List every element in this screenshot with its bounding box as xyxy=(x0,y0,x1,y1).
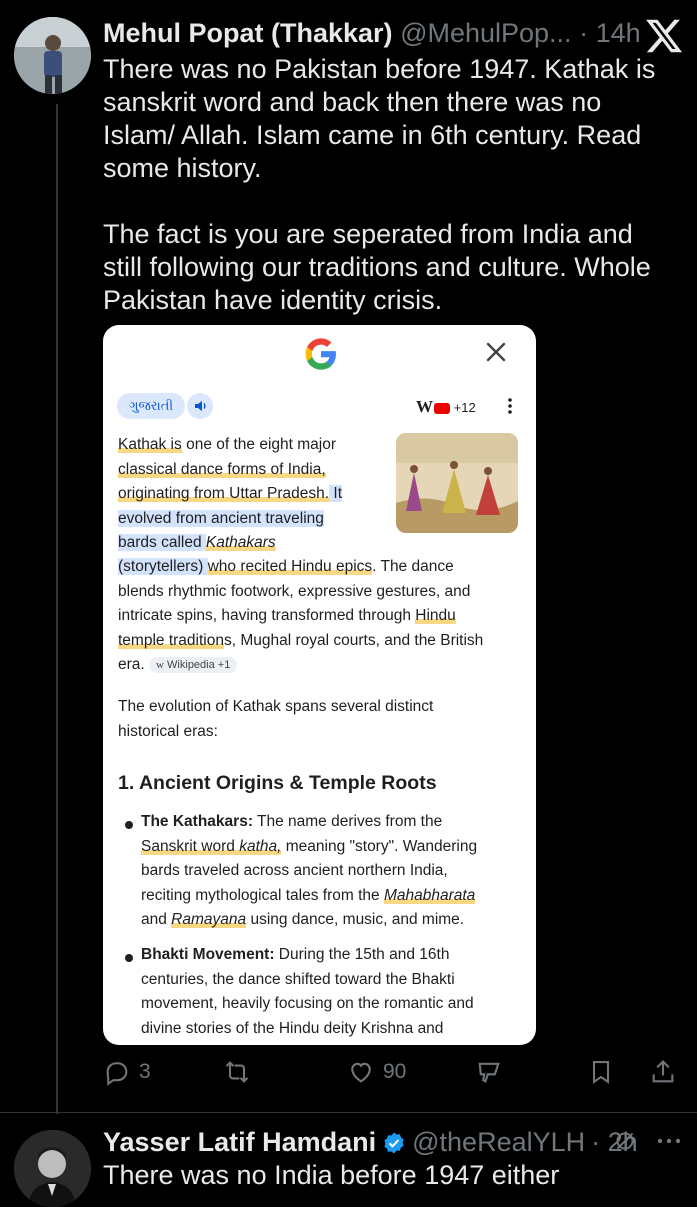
highlight-span: Kathak is xyxy=(118,436,182,453)
wikipedia-icon: W xyxy=(416,397,433,416)
evolution-intro: The evolution of Kathak spans several di… xyxy=(118,698,434,740)
x-logo-icon[interactable] xyxy=(644,16,684,56)
google-logo-icon xyxy=(305,338,336,370)
speaker-icon xyxy=(195,401,206,411)
thread-connector xyxy=(56,104,58,1114)
author-handle[interactable]: @MehulPop... xyxy=(400,18,572,48)
highlight-span: Kathakars xyxy=(205,534,276,551)
share-button[interactable] xyxy=(649,1058,677,1086)
text-span: centuries, the dance shifted toward the … xyxy=(141,970,455,988)
section-heading: 1. Ancient Origins & Temple Roots xyxy=(118,772,437,794)
overview-paragraph: Kathak is one of the eight major classic… xyxy=(118,433,388,556)
reply-text: There was no India before 1947 either xyxy=(103,1160,560,1190)
like-button[interactable]: 90 xyxy=(347,1058,406,1086)
text-span: bards called xyxy=(118,534,206,551)
reply-author-name[interactable]: Yasser Latif Hamdani xyxy=(103,1127,376,1158)
highlight-span: Sanskrit word xyxy=(141,837,240,855)
highlight-span: Ramayana xyxy=(171,911,247,928)
text-span: It xyxy=(329,485,342,502)
tweet-actions: 3 90 xyxy=(103,1058,683,1090)
text-span: using dance, music, and mime. xyxy=(246,911,465,928)
text-span: During the 15th and 16th xyxy=(274,946,450,963)
highlight-span: temple tradition xyxy=(118,631,224,649)
text-span: reciting mythological tales from the xyxy=(141,886,384,904)
overview-paragraph-cont: (storytellers) who recited Hindu epics. … xyxy=(118,555,528,678)
text-span: divine stories of the Hindu deity Krishn… xyxy=(141,1019,444,1037)
list-item: Bhakti Movement: During the 15th and 16t… xyxy=(141,943,521,1041)
verified-badge-icon xyxy=(384,1132,404,1153)
text-span: one of the eight major xyxy=(181,436,337,453)
share-icon xyxy=(652,1060,674,1083)
reply-icon xyxy=(106,1062,128,1086)
bookmark-icon xyxy=(592,1061,610,1084)
bookmark-button[interactable] xyxy=(587,1058,615,1086)
highlight-span: Hindu xyxy=(415,607,456,624)
repost-button[interactable] xyxy=(223,1058,259,1086)
source-icons[interactable]: W +12 xyxy=(416,397,476,417)
repost-icon xyxy=(225,1061,249,1083)
text-span: . The dance xyxy=(372,558,454,575)
highlight-span: originating from Uttar Pradesh. xyxy=(118,485,330,502)
text-span: and xyxy=(141,911,172,928)
text-span: s, Mughal royal courts, and the British xyxy=(223,631,484,649)
like-icon xyxy=(351,1062,371,1083)
highlight-span: Mahabharata xyxy=(383,886,476,904)
text-span: The name derives from the xyxy=(252,813,443,830)
list-item-title: The Kathakars: xyxy=(141,813,253,830)
text-span: evolved from ancient traveling xyxy=(118,509,324,527)
like-count: 90 xyxy=(383,1060,407,1083)
highlight-span: classical dance forms of India, xyxy=(118,460,326,478)
text-span: meaning "story". Wandering xyxy=(281,837,478,855)
grok-icon xyxy=(478,1062,500,1083)
youtube-icon xyxy=(434,403,450,415)
reply-header: Yasser Latif Hamdani @theRealYLH · 2h xyxy=(103,1127,638,1158)
kathak-painting-thumbnail[interactable] xyxy=(396,433,518,533)
more-vertical-icon[interactable] xyxy=(507,397,513,415)
mute-icon[interactable] xyxy=(612,1128,638,1154)
sources-count: +12 xyxy=(453,400,476,415)
list-item-title: Bhakti Movement: xyxy=(141,946,275,963)
tweet-time[interactable]: · 14h xyxy=(579,18,641,48)
attached-screenshot[interactable]: ગુજરાતી W +12 Kathak is one of the eight… xyxy=(103,325,536,1045)
text-span: (storytellers) xyxy=(118,558,208,575)
divider xyxy=(0,1112,697,1113)
close-icon[interactable] xyxy=(485,341,507,363)
tweet-header: Mehul Popat (Thakkar) @MehulPop... · 14h xyxy=(103,18,641,49)
text-span: era. xyxy=(118,656,145,673)
author-name[interactable]: Mehul Popat (Thakkar) xyxy=(103,18,393,48)
text-span: blends rhythmic footwork, expressive ges… xyxy=(118,582,471,600)
list-item: The Kathakars: The name derives from the… xyxy=(141,810,521,933)
reply-avatar[interactable] xyxy=(14,1130,91,1207)
bullet-dot xyxy=(125,954,133,962)
text-span: bards traveled across ancient northern I… xyxy=(141,862,448,879)
citation-label: Wikipedia +1 xyxy=(167,658,231,671)
listen-button[interactable] xyxy=(187,393,213,419)
reply-menu xyxy=(612,1128,682,1154)
reply-button[interactable]: 3 xyxy=(103,1058,151,1086)
text-span: movement, heavily focusing on the romant… xyxy=(141,995,474,1012)
reply-handle[interactable]: @theRealYLH xyxy=(412,1127,585,1158)
tweet-text: There was no Pakistan before 1947. Katha… xyxy=(103,54,656,315)
text-span: intricate spins, having transformed thro… xyxy=(118,607,416,624)
citation-chip[interactable]: w Wikipedia +1 xyxy=(149,656,238,673)
language-chip[interactable]: ગુજરાતી xyxy=(117,393,186,419)
avatar[interactable] xyxy=(14,17,91,94)
highlight-span: who recited Hindu epics xyxy=(207,558,373,575)
grok-button[interactable] xyxy=(475,1058,503,1086)
reply-count: 3 xyxy=(139,1060,151,1083)
highlight-span: katha, xyxy=(239,837,282,855)
more-horizontal-icon[interactable] xyxy=(656,1137,682,1145)
bullet-dot xyxy=(125,821,133,829)
